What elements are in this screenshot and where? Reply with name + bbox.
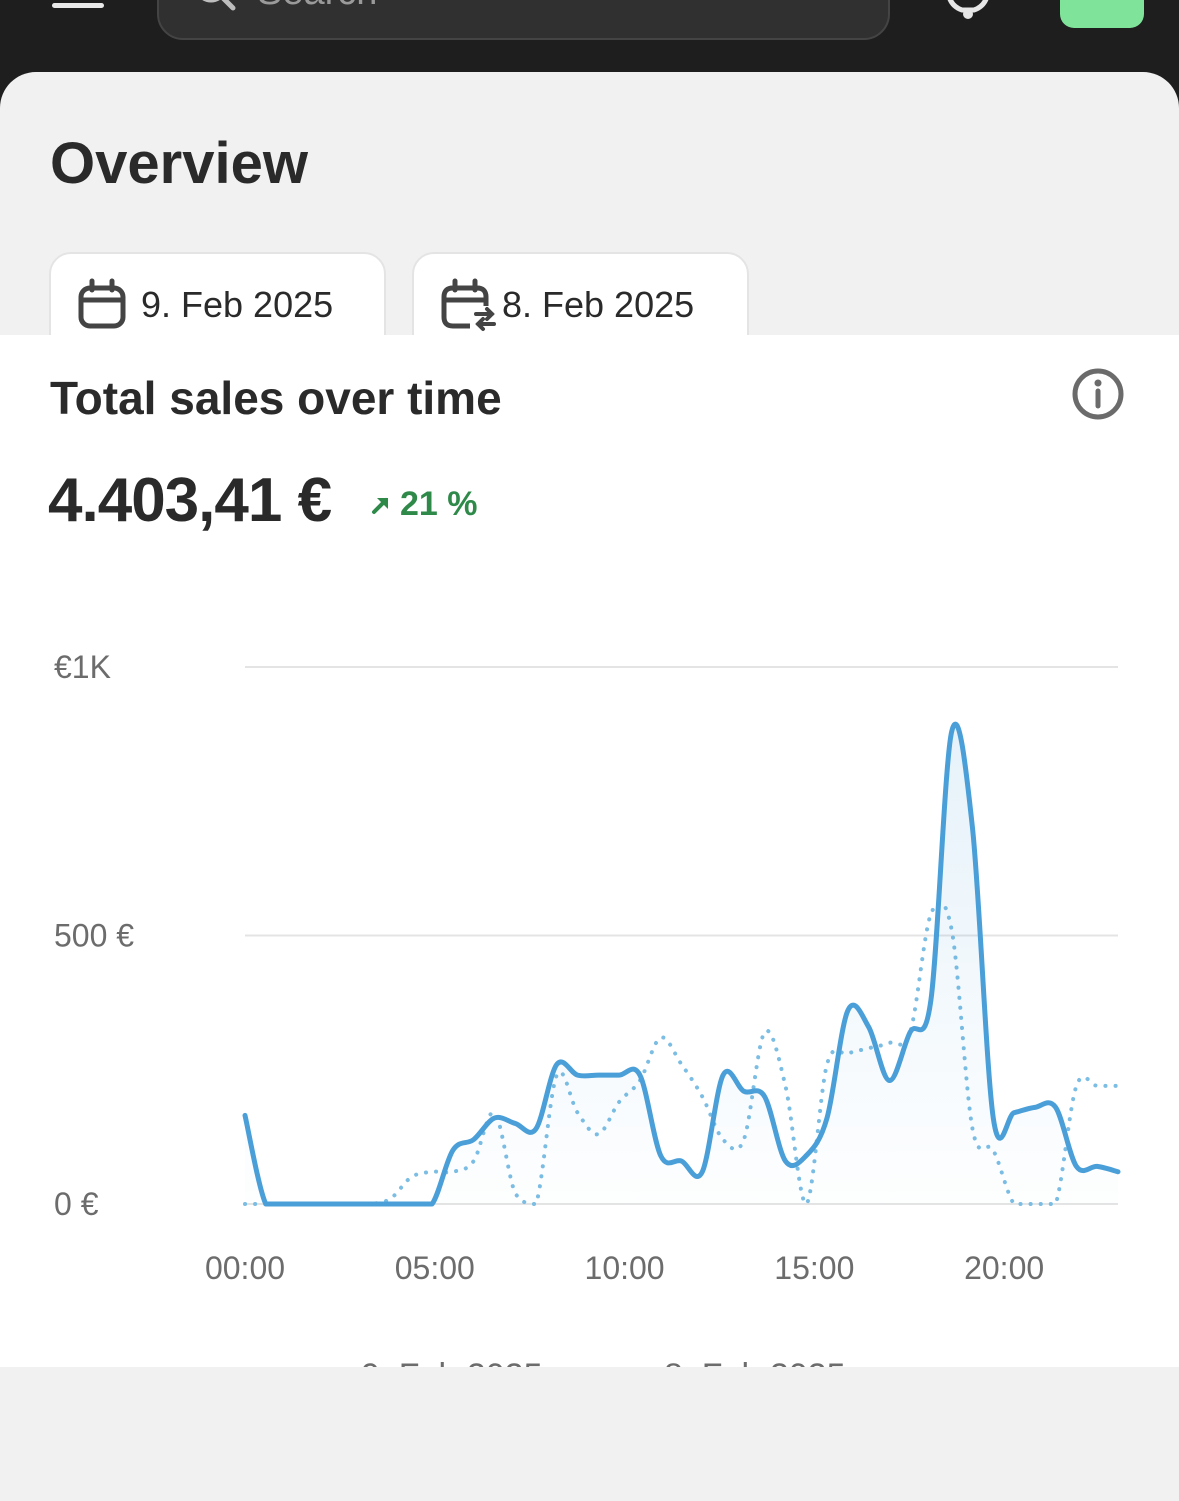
hamburger-menu-icon[interactable] bbox=[52, 0, 106, 14]
series-area-0 bbox=[245, 724, 1118, 1204]
x-tick-label: 20:00 bbox=[964, 1250, 1044, 1286]
calendar-compare-icon bbox=[441, 278, 496, 331]
x-tick-label: 10:00 bbox=[585, 1250, 665, 1286]
total-sales-card: Total sales over time 4.403,41 € 21 % 0 … bbox=[0, 335, 1179, 1367]
search-icon bbox=[202, 0, 236, 11]
date-primary-label: 9. Feb 2025 bbox=[141, 284, 334, 325]
page-title: Overview bbox=[50, 131, 308, 196]
x-tick-label: 15:00 bbox=[774, 1250, 854, 1286]
y-tick-label: 0 € bbox=[54, 1186, 99, 1222]
search-input[interactable]: Search bbox=[157, 0, 890, 40]
bottom-strip bbox=[0, 1367, 1179, 1501]
x-tick-label: 05:00 bbox=[395, 1250, 475, 1286]
search-placeholder: Search bbox=[257, 0, 377, 12]
calendar-icon bbox=[78, 278, 126, 329]
legend-label: 8. Feb 2025 bbox=[664, 1357, 845, 1367]
legend-label: 9. Feb 2025 bbox=[361, 1357, 542, 1367]
sales-line-chart: 0 € 500 € €1K 00:00 05:00 10:00 15:00 20:00 9. F… bbox=[54, 649, 1121, 1367]
y-tick-label: €1K bbox=[54, 649, 111, 685]
notification-bell-icon[interactable] bbox=[940, 0, 996, 22]
y-tick-label: 500 € bbox=[54, 918, 134, 954]
date-compare-label: 8. Feb 2025 bbox=[502, 284, 695, 325]
x-tick-label: 00:00 bbox=[205, 1250, 285, 1286]
avatar[interactable] bbox=[1060, 0, 1144, 28]
